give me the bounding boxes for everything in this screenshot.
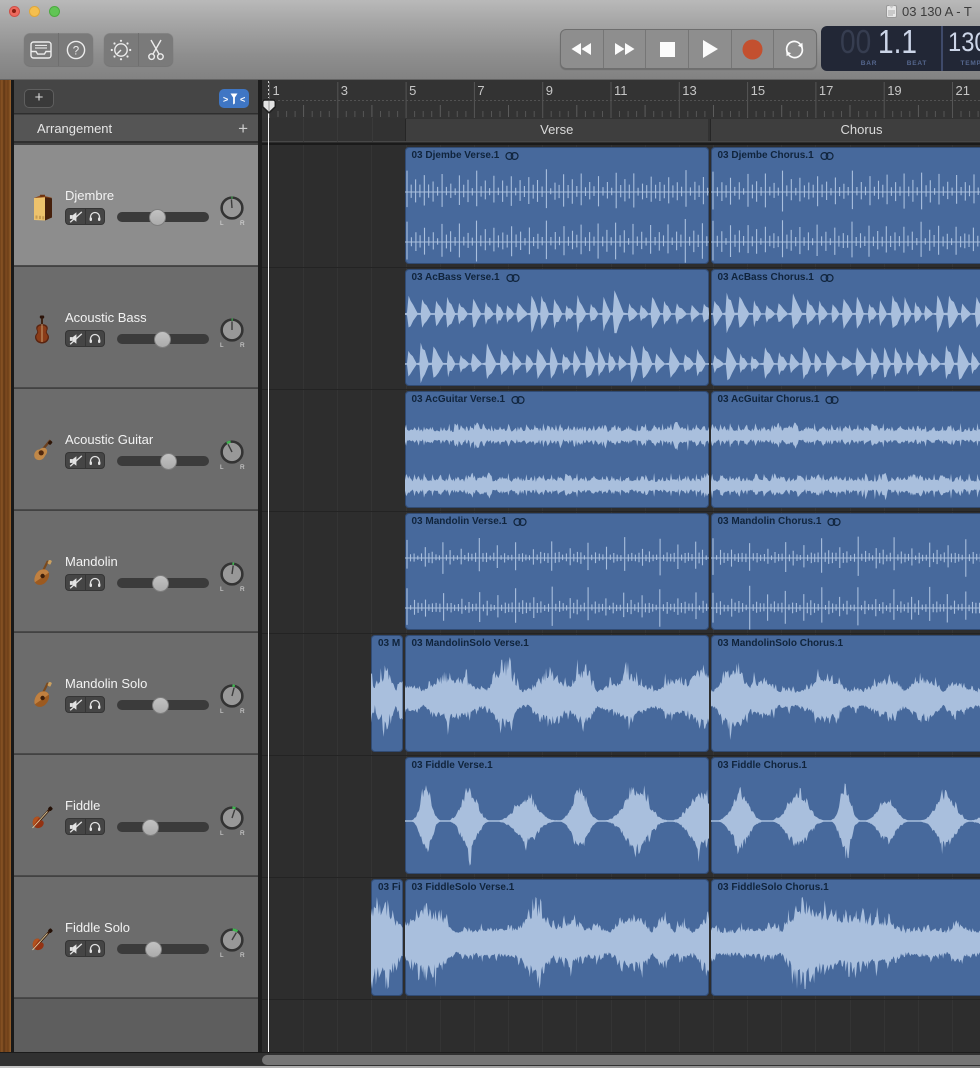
svg-text:?: ? <box>73 45 79 57</box>
svg-text:21: 21 <box>956 83 970 98</box>
svg-text:1: 1 <box>273 83 280 98</box>
svg-text:15: 15 <box>751 83 765 98</box>
svg-text:5: 5 <box>409 83 416 98</box>
svg-text:7: 7 <box>477 83 484 98</box>
svg-text:13: 13 <box>682 83 696 98</box>
svg-text:>: > <box>223 95 228 105</box>
svg-text:<: < <box>240 95 245 105</box>
svg-text:17: 17 <box>819 83 833 98</box>
svg-text:3: 3 <box>341 83 348 98</box>
svg-text:9: 9 <box>546 83 553 98</box>
svg-text:11: 11 <box>614 83 628 98</box>
svg-text:19: 19 <box>887 83 901 98</box>
